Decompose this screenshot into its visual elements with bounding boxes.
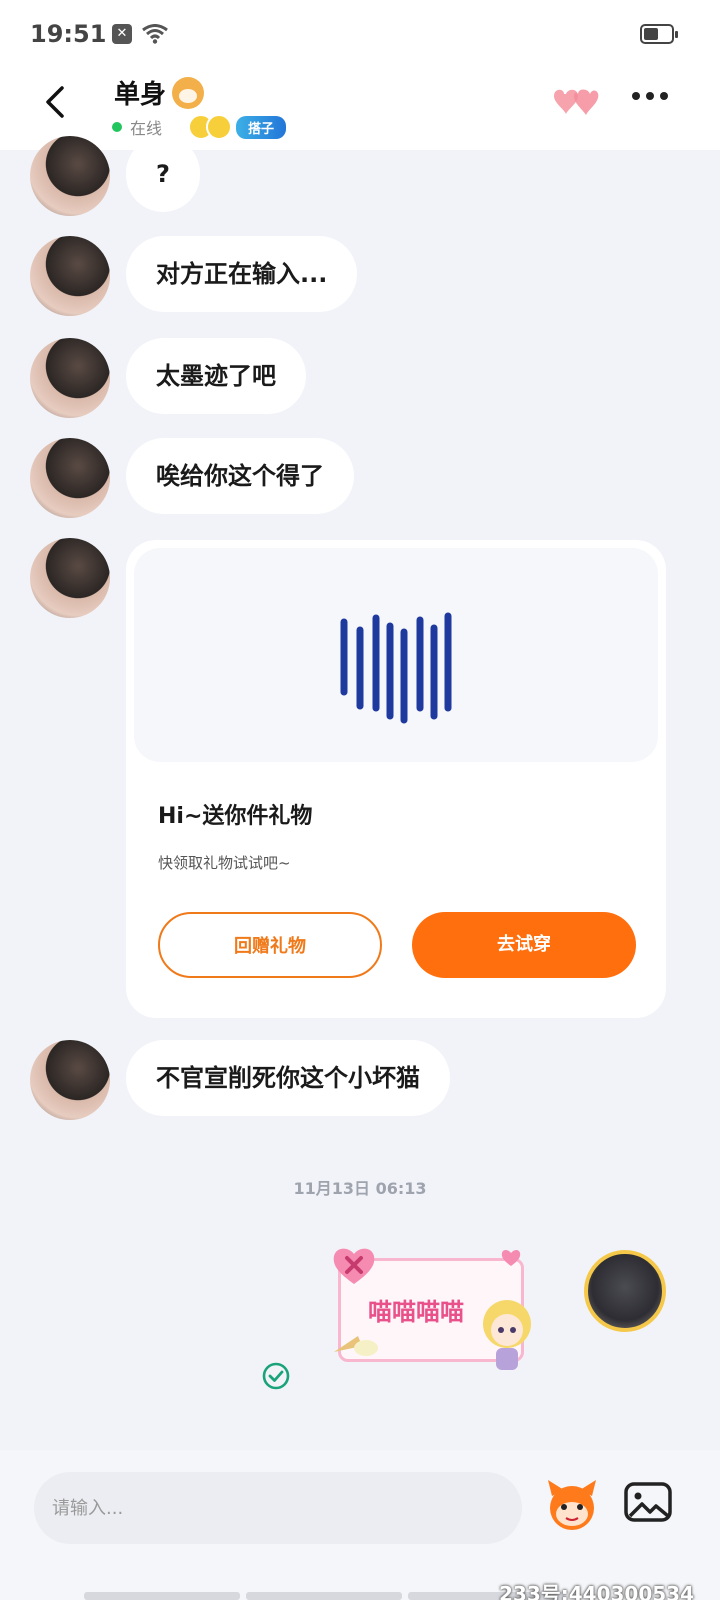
sender-avatar[interactable] xyxy=(30,438,110,518)
message-bubble[interactable]: 唉给你这个得了 xyxy=(126,438,354,514)
status-icons: ✕ xyxy=(112,24,168,44)
message-timestamp: 11月13日 06:13 xyxy=(293,1179,427,1198)
battery-icon xyxy=(640,24,678,44)
sender-avatar[interactable] xyxy=(30,1040,110,1120)
status-row: 在线 搭子 xyxy=(112,114,287,140)
chat-title-wrap[interactable]: 单身 xyxy=(114,74,205,111)
notification-icon: ✕ xyxy=(112,24,132,44)
more-options-icon[interactable] xyxy=(632,92,668,100)
chat-header: 单身 在线 搭子 xyxy=(0,70,720,150)
message-bubble[interactable]: 对方正在输入... xyxy=(126,236,358,312)
try-on-button[interactable]: 去试穿 xyxy=(412,912,636,978)
wifi-icon xyxy=(142,24,168,44)
gift-title: Hi~送你件礼物 xyxy=(158,804,313,829)
my-avatar[interactable] xyxy=(584,1250,666,1332)
battery-level xyxy=(644,28,658,40)
status-bar: 19:51 ✕ xyxy=(0,0,720,70)
keyboard-strip xyxy=(246,1592,402,1600)
keyboard-strip xyxy=(84,1592,240,1600)
tag-emojis xyxy=(188,114,233,140)
message-bubble[interactable]: 不官宣削死你这个小坏猫 xyxy=(126,1040,450,1116)
chat-title: 单身 xyxy=(114,80,167,110)
heart-icon xyxy=(501,1250,521,1266)
sticker-message[interactable]: 喵喵喵喵 xyxy=(330,1244,540,1374)
input-bar: 233号:440300534 xyxy=(0,1450,720,1600)
partner-tag-badge[interactable]: 搭子 xyxy=(236,115,287,139)
sender-avatar[interactable] xyxy=(30,538,110,618)
ice-cream-icon xyxy=(334,1336,378,1356)
barcode-icon xyxy=(340,612,452,724)
sticker-text: 喵喵喵喵 xyxy=(368,1298,464,1326)
dog-emoji-icon xyxy=(172,76,205,109)
anime-girl-icon xyxy=(483,1300,531,1370)
message-input[interactable] xyxy=(34,1472,522,1544)
footer-watermark: 233号:440300534 xyxy=(499,1582,694,1600)
mascot-emoji-button[interactable] xyxy=(542,1474,602,1534)
status-time: 19:51 xyxy=(30,20,107,48)
online-dot-icon xyxy=(112,122,122,132)
read-check-icon xyxy=(262,1362,290,1390)
heart-x-icon xyxy=(333,1248,375,1284)
gift-subtitle: 快领取礼物试试吧~ xyxy=(158,854,291,872)
gallery-icon[interactable] xyxy=(622,1476,674,1528)
smile-emoji-icon xyxy=(206,114,233,140)
gift-banner xyxy=(134,548,658,762)
message-bubble[interactable]: 太墨迹了吧 xyxy=(126,338,306,414)
return-gift-button[interactable]: 回赠礼物 xyxy=(158,912,382,978)
message-bubble[interactable]: ? xyxy=(126,136,200,212)
back-button[interactable] xyxy=(36,82,76,122)
gift-card[interactable]: Hi~送你件礼物 快领取礼物试试吧~ 回赠礼物 去试穿 xyxy=(126,540,666,1018)
message-list[interactable]: ? 对方正在输入... 太墨迹了吧 唉给你这个得了 Hi~送你件礼物 快领取礼物… xyxy=(0,136,720,1450)
sender-avatar[interactable] xyxy=(30,236,110,316)
sender-avatar[interactable] xyxy=(30,338,110,418)
sender-avatar[interactable] xyxy=(30,136,110,216)
hearts-icon[interactable] xyxy=(550,86,600,120)
